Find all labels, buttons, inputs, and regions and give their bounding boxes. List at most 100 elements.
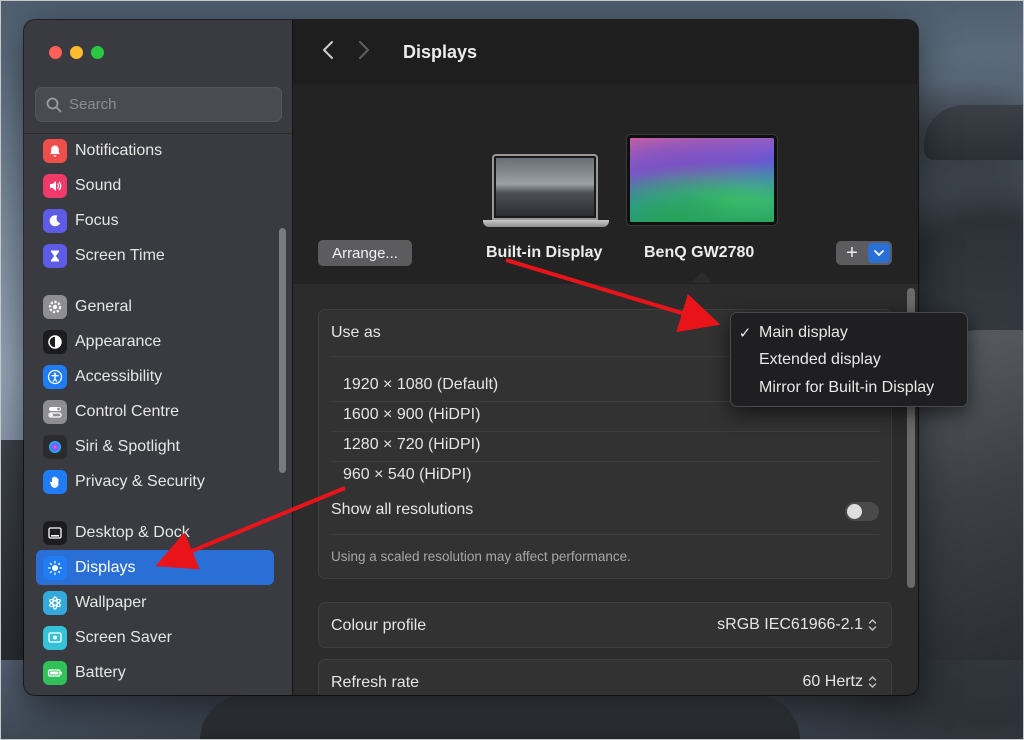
search-field[interactable] [35, 87, 282, 122]
sidebar-item-displays[interactable]: Displays [36, 550, 274, 585]
sidebar-item-label: Screen Saver [75, 628, 172, 646]
zoom-button[interactable] [91, 46, 104, 59]
screensaver-icon [43, 625, 67, 650]
colour-profile-select[interactable]: sRGB IEC61966-2.1 [717, 616, 877, 634]
use-as-popup-menu: ✓ Main display Extended display Mirror f… [730, 312, 968, 407]
bell-icon [43, 138, 67, 163]
appearance-icon [43, 329, 67, 354]
sidebar-item-focus[interactable]: Focus [36, 203, 274, 238]
chevron-left-icon [323, 40, 333, 59]
sidebar: Notifications Sound Focus Screen Time [24, 20, 293, 695]
sidebar-item-control-centre[interactable]: Control Centre [36, 394, 274, 429]
sidebar-item-screen-saver[interactable]: Screen Saver [36, 620, 274, 655]
divider [331, 461, 879, 462]
wallpaper-rocks-bottom [200, 695, 800, 740]
sidebar-item-notifications[interactable]: Notifications [36, 133, 274, 168]
sidebar-list: Notifications Sound Focus Screen Time Ge… [36, 133, 274, 690]
chevron-down-icon[interactable] [868, 243, 890, 263]
refresh-rate-value: 60 Hertz [802, 673, 863, 690]
sidebar-item-accessibility[interactable]: Accessibility [36, 359, 274, 394]
search-icon [46, 97, 62, 112]
benq-display-thumbnail[interactable] [627, 135, 777, 225]
sidebar-item-siri-spotlight[interactable]: Siri & Spotlight [36, 429, 274, 464]
toggles-icon [43, 399, 67, 424]
sidebar-item-wallpaper[interactable]: Wallpaper [36, 585, 274, 620]
gear-icon [43, 294, 67, 319]
sidebar-item-label: Privacy & Security [75, 472, 205, 490]
colour-profile-label: Colour profile [331, 617, 427, 634]
wallpaper-rock [924, 105, 1024, 160]
sidebar-item-sound[interactable]: Sound [36, 168, 274, 203]
chevron-right-icon [359, 40, 369, 59]
search-input[interactable] [69, 96, 269, 113]
menu-item-extended-display[interactable]: Extended display [731, 347, 967, 375]
accessibility-icon [43, 364, 67, 389]
sun-icon [43, 555, 67, 580]
minimize-button[interactable] [70, 46, 83, 59]
toggle-knob [847, 504, 862, 519]
display-arrangement-area: Arrange... Built-in Display BenQ GW2780 … [293, 84, 918, 284]
laptop-screen [492, 154, 598, 220]
colour-profile-value: sRGB IEC61966-2.1 [717, 616, 863, 633]
close-button[interactable] [49, 46, 62, 59]
moon-icon [43, 208, 67, 233]
sidebar-item-privacy-security[interactable]: Privacy & Security [36, 464, 274, 499]
siri-icon [43, 434, 67, 459]
show-all-resolutions-label: Show all resolutions [331, 501, 474, 518]
resolution-option[interactable]: 960 × 540 (HiDPI) [343, 466, 472, 484]
add-display-button[interactable]: + [836, 241, 868, 265]
sidebar-item-desktop-dock[interactable]: Desktop & Dock [36, 515, 274, 550]
forward-button[interactable] [357, 40, 371, 65]
sidebar-scrollbar[interactable] [279, 228, 286, 473]
add-display-control[interactable]: + [836, 241, 892, 265]
refresh-rate-card: Refresh rate 60 Hertz [318, 659, 892, 695]
sidebar-item-label: Siri & Spotlight [75, 437, 180, 455]
sidebar-item-appearance[interactable]: Appearance [36, 324, 274, 359]
speaker-icon [43, 173, 67, 198]
toolbar: Displays [293, 20, 918, 84]
menu-item-label: Mirror for Built-in Display [759, 378, 935, 396]
sidebar-item-battery[interactable]: Battery [36, 655, 274, 690]
divider [331, 534, 879, 535]
battery-icon [43, 660, 67, 685]
sidebar-item-label: Notifications [75, 141, 163, 159]
sidebar-item-label: Desktop & Dock [75, 523, 190, 541]
sidebar-item-label: Accessibility [75, 367, 163, 385]
resolution-option[interactable]: 1920 × 1080 (Default) [343, 376, 498, 394]
updown-chevron-icon [868, 618, 877, 632]
sidebar-item-general[interactable]: General [36, 289, 274, 324]
flower-icon [43, 590, 67, 615]
selected-display-indicator [691, 272, 713, 283]
sidebar-item-screen-time[interactable]: Screen Time [36, 238, 274, 273]
refresh-rate-label: Refresh rate [331, 674, 420, 691]
dock-icon [43, 520, 67, 545]
sidebar-item-label: Wallpaper [75, 593, 147, 611]
built-in-display-label[interactable]: Built-in Display [486, 244, 602, 262]
menu-item-label: Extended display [759, 351, 881, 369]
wallpaper-rock-left [0, 440, 26, 660]
benq-display-label[interactable]: BenQ GW2780 [644, 244, 754, 262]
sidebar-item-label: Appearance [75, 332, 162, 350]
resolution-option[interactable]: 1600 × 900 (HiDPI) [343, 406, 480, 424]
traffic-lights [49, 46, 104, 59]
divider [331, 431, 879, 432]
show-all-resolutions-toggle[interactable] [845, 502, 879, 521]
sidebar-item-label: General [75, 297, 132, 315]
menu-item-mirror-display[interactable]: Mirror for Built-in Display [731, 374, 967, 402]
menu-item-main-display[interactable]: ✓ Main display [731, 319, 967, 347]
performance-note: Using a scaled resolution may affect per… [331, 549, 631, 564]
menu-item-label: Main display [759, 323, 848, 341]
refresh-rate-select[interactable]: 60 Hertz [803, 673, 877, 691]
arrange-button[interactable]: Arrange... [318, 240, 412, 266]
hourglass-icon [43, 243, 67, 268]
laptop-base [483, 220, 609, 227]
colour-profile-card: Colour profile sRGB IEC61966-2.1 [318, 602, 892, 648]
back-button[interactable] [321, 40, 335, 65]
updown-chevron-icon [868, 675, 877, 689]
resolution-option[interactable]: 1280 × 720 (HiDPI) [343, 436, 480, 454]
built-in-display-thumbnail[interactable] [483, 154, 609, 232]
sidebar-item-label: Control Centre [75, 402, 180, 420]
sidebar-item-label: Screen Time [75, 246, 165, 264]
